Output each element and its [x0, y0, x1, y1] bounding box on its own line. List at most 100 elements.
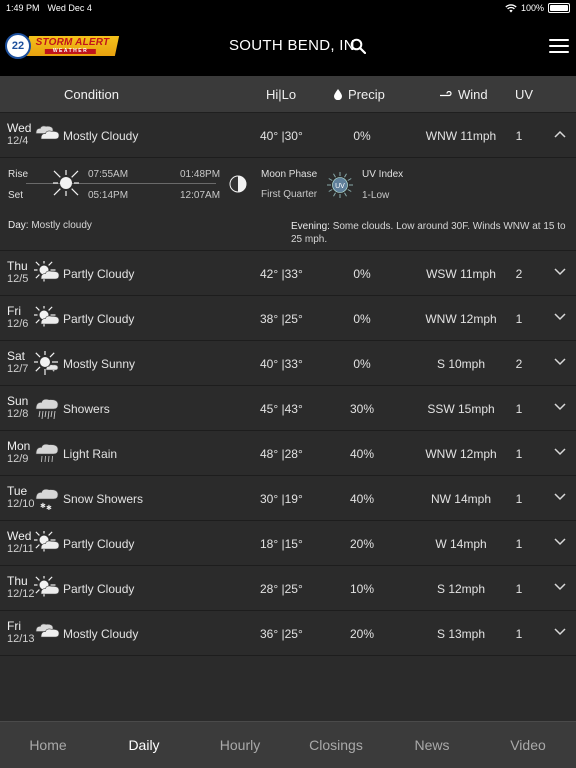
chevron-down-icon[interactable] — [553, 627, 567, 637]
sun-icon — [53, 170, 79, 196]
header-wind-label: Wind — [458, 87, 488, 102]
tab-home[interactable]: Home — [0, 722, 96, 768]
partly-cloudy-icon — [34, 576, 60, 597]
status-time: 1:49 PM — [6, 3, 40, 13]
condition-text: Mostly Cloudy — [63, 627, 139, 641]
uv-value: 1 — [515, 492, 523, 506]
logo-title: STORM ALERT — [35, 37, 110, 48]
day-label: Wed 12/4 — [7, 122, 31, 148]
chevron-down-icon[interactable] — [553, 402, 567, 412]
chevron-down-icon[interactable] — [553, 537, 567, 547]
chevron-down-icon[interactable] — [553, 357, 567, 367]
uv-index-icon: UV — [327, 172, 353, 198]
day-label: Sun 12/8 — [7, 395, 28, 421]
wind-value: S 12mph — [436, 582, 486, 596]
search-icon[interactable] — [350, 38, 366, 54]
wind-value: WNW 12mph — [425, 312, 497, 326]
day-name: Wed — [7, 121, 32, 135]
condition-text: Snow Showers — [63, 492, 144, 506]
tab-closings[interactable]: Closings — [288, 722, 384, 768]
day-date: 12/6 — [7, 318, 29, 330]
hi-lo-temp: 45° |43° — [260, 402, 303, 416]
rise-label: Rise — [8, 169, 29, 180]
uv-value: 1 — [515, 447, 523, 461]
uv-value: 1 — [515, 537, 523, 551]
tab-news[interactable]: News — [384, 722, 480, 768]
day-label: Mon 12/9 — [7, 440, 30, 466]
chevron-down-icon[interactable] — [553, 267, 567, 277]
day-label: Thu 12/12 — [7, 575, 35, 601]
mostly-cloudy-icon — [35, 623, 60, 638]
forecast-row[interactable]: Thu 12/5 Partly Cloudy 42° |33° 0% WSW 1… — [0, 251, 576, 296]
moon-phase-label: Moon Phase — [261, 169, 318, 180]
header-wind: Wind — [440, 87, 488, 102]
forecast-row[interactable]: Sun 12/8 Showers 45° |43° 30% SSW 15mph … — [0, 386, 576, 431]
day-label: Fri 12/6 — [7, 305, 28, 331]
wind-value: S 10mph — [436, 357, 486, 371]
forecast-row[interactable]: Tue 12/10 ✱ ✱ Snow Showers 30° |19° 40% N… — [0, 476, 576, 521]
day-name: Fri — [7, 304, 21, 318]
hi-lo-temp: 40° |33° — [260, 357, 303, 371]
uv-value: 2 — [515, 357, 523, 371]
app-header: 22 STORM ALERT WEATHER SOUTH BEND, IN — [0, 16, 576, 76]
condition-text: Partly Cloudy — [63, 267, 135, 281]
condition-text: Partly Cloudy — [63, 537, 135, 551]
forecast-row[interactable]: Wed 12/4 Mostly Cloudy 40° |30° 0% WNW 1… — [0, 113, 576, 158]
condition-text: Showers — [63, 402, 110, 416]
partly-cloudy-icon — [34, 306, 60, 327]
sunrise-time: 07:55AM — [88, 169, 129, 180]
forecast-row[interactable]: Fri 12/6 Partly Cloudy 38° |25° 0% WNW 1… — [0, 296, 576, 341]
mostly-sunny-icon — [34, 351, 59, 375]
precip-chance: 0% — [353, 357, 371, 371]
day-date: 12/13 — [7, 633, 35, 645]
day-label: Sat 12/7 — [7, 350, 28, 376]
day-date: 12/8 — [7, 408, 29, 420]
forecast-row[interactable]: Thu 12/12 Partly Cloudy 28° |25° 10% S 1… — [0, 566, 576, 611]
chevron-up-icon[interactable] — [553, 129, 567, 139]
forecast-row[interactable]: Sat 12/7 Mostly Sunny 40° |33° 0% S 10mp… — [0, 341, 576, 386]
logo-number: 22 — [5, 33, 31, 59]
forecast-column-headers: Condition Hi|Lo Precip Wind UV — [0, 76, 576, 113]
condition-text: Mostly Cloudy — [63, 129, 139, 143]
chevron-down-icon[interactable] — [553, 492, 567, 502]
day-summary-label: Day: — [8, 220, 29, 231]
day-summary: Day: Mostly cloudy — [8, 220, 92, 231]
chevron-down-icon[interactable] — [553, 447, 567, 457]
uv-value: 2 — [515, 267, 523, 281]
day-name: Fri — [7, 619, 21, 633]
forecast-row[interactable]: Mon 12/9 Light Rain 48° |28° 40% WNW 12m… — [0, 431, 576, 476]
chevron-down-icon[interactable] — [553, 582, 567, 592]
wind-value: WNW 11mph — [425, 129, 497, 143]
forecast-row[interactable]: Fri 12/13 Mostly Cloudy 36° |25° 20% S 1… — [0, 611, 576, 656]
hamburger-menu-icon[interactable] — [549, 39, 569, 53]
moon-phase-value: First Quarter — [261, 189, 318, 200]
day-label: Fri 12/13 — [7, 620, 35, 646]
battery-percent: 100% — [520, 3, 544, 13]
precip-chance: 20% — [349, 627, 375, 641]
hi-lo-temp: 48° |28° — [260, 447, 303, 461]
tab-hourly[interactable]: Hourly — [192, 722, 288, 768]
tab-video[interactable]: Video — [480, 722, 576, 768]
day-label: Wed 12/11 — [7, 530, 34, 556]
forecast-row[interactable]: Wed 12/11 Partly Cloudy 18° |15° 20% W 1… — [0, 521, 576, 566]
moonset-time: 12:07AM — [180, 190, 221, 201]
location-title[interactable]: SOUTH BEND, IN — [229, 37, 355, 54]
battery-icon — [548, 3, 570, 13]
precip-chance: 0% — [353, 129, 371, 143]
sunset-time: 05:14PM — [88, 190, 129, 201]
evening-summary-label: Evening: — [291, 221, 330, 232]
moon-phase-icon — [229, 175, 247, 193]
uv-value: 1 — [515, 582, 523, 596]
condition-text: Light Rain — [63, 447, 118, 461]
tab-daily[interactable]: Daily — [96, 722, 192, 768]
header-condition: Condition — [64, 87, 119, 102]
day-date: 12/10 — [7, 498, 35, 510]
header-uv: UV — [515, 87, 534, 102]
day-date: 12/11 — [7, 543, 34, 555]
day-name: Wed — [7, 529, 32, 543]
chevron-down-icon[interactable] — [553, 312, 567, 322]
wind-value: WNW 12mph — [425, 447, 497, 461]
station-logo[interactable]: 22 STORM ALERT WEATHER — [5, 33, 120, 59]
wind-icon — [440, 90, 452, 96]
day-name: Tue — [7, 484, 28, 498]
